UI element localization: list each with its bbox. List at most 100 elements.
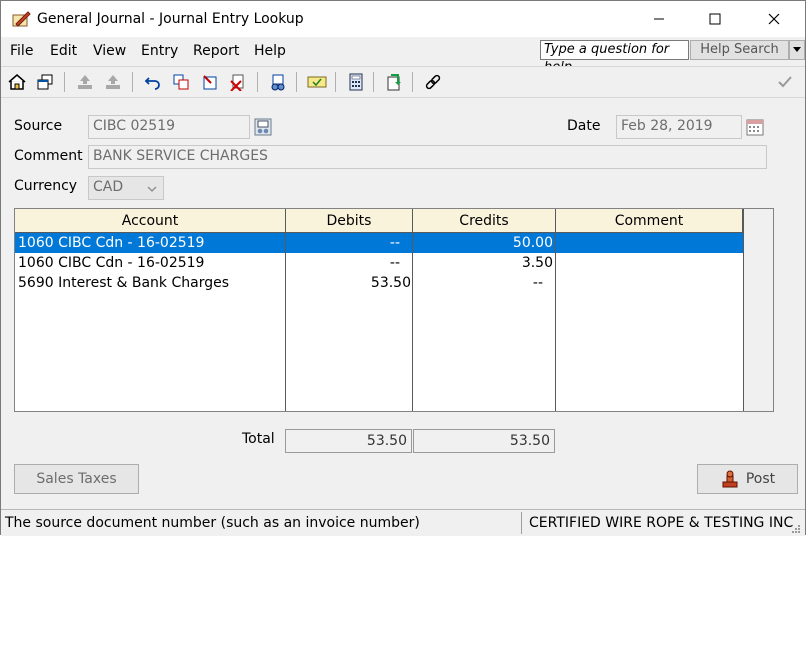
- total-credits: 53.50: [413, 429, 555, 453]
- home-button[interactable]: [6, 71, 28, 93]
- column-header-debits[interactable]: Debits: [286, 209, 413, 233]
- help-dropdown-button[interactable]: [789, 40, 805, 60]
- date-label: Date: [567, 118, 601, 134]
- menu-file[interactable]: File: [10, 43, 33, 59]
- account-cell[interactable]: 1060 CIBC Cdn - 16-02519: [18, 253, 204, 273]
- post-button[interactable]: Post: [697, 464, 798, 494]
- sales-taxes-button[interactable]: Sales Taxes: [14, 464, 139, 494]
- credit-cell[interactable]: --: [417, 273, 543, 293]
- debit-cell[interactable]: 53.50: [290, 273, 411, 293]
- status-bar: The source document number (such as an i…: [1, 509, 805, 536]
- lookup-icon: [271, 74, 285, 91]
- export-icon: [387, 74, 401, 91]
- post-stamp-icon: [722, 470, 738, 488]
- resize-grip-icon[interactable]: [791, 524, 801, 534]
- column-divider: [555, 233, 556, 411]
- close-icon: [768, 13, 780, 25]
- toolbar: [1, 66, 805, 98]
- grid-scroll-area[interactable]: [743, 209, 773, 411]
- calendar-icon: [746, 119, 764, 136]
- table-row[interactable]: 1060 CIBC Cdn - 16-02519 -- 50.00: [15, 233, 743, 253]
- source-field[interactable]: CIBC 02519: [88, 115, 250, 139]
- recurring-icon: [307, 76, 327, 88]
- date-picker-button[interactable]: [744, 116, 766, 138]
- menu-edit[interactable]: Edit: [50, 43, 77, 59]
- comment-field[interactable]: BANK SERVICE CHARGES: [88, 145, 767, 169]
- post-label: Post: [745, 471, 776, 487]
- toolbar-separator: [64, 72, 65, 92]
- undo-button[interactable]: [142, 71, 164, 93]
- menu-view[interactable]: View: [93, 43, 126, 59]
- close-button[interactable]: [751, 1, 797, 37]
- account-cell[interactable]: 1060 CIBC Cdn - 16-02519: [18, 233, 204, 253]
- link-icon: [425, 74, 441, 90]
- currency-label: Currency: [14, 178, 78, 194]
- journal-window: General Journal - Journal Entry Lookup F…: [0, 0, 806, 536]
- column-header-comment[interactable]: Comment: [556, 209, 743, 233]
- comment-cell[interactable]: [560, 233, 740, 253]
- help-question-input[interactable]: Type a question for help: [540, 40, 689, 75]
- reverse-entry-button[interactable]: [199, 71, 221, 93]
- windows-icon: [37, 74, 53, 90]
- delete-icon: [230, 74, 244, 91]
- chevron-down-icon: [793, 47, 801, 52]
- print-icon: [78, 75, 92, 89]
- source-label: Source: [14, 118, 63, 134]
- table-row[interactable]: 5690 Interest & Bank Charges 53.50 --: [15, 273, 743, 293]
- toolbar-separator: [412, 72, 413, 92]
- account-cell[interactable]: 5690 Interest & Bank Charges: [18, 273, 229, 293]
- checkmark-icon: [778, 76, 792, 88]
- lookup-button[interactable]: [267, 71, 289, 93]
- comment-label: Comment: [14, 148, 83, 164]
- debit-cell[interactable]: --: [290, 233, 400, 253]
- print-preview-icon: [106, 75, 120, 89]
- print-button[interactable]: [74, 71, 96, 93]
- total-label: Total: [242, 431, 275, 447]
- accept-button[interactable]: [774, 71, 796, 93]
- status-divider: [521, 512, 522, 534]
- maximize-icon: [709, 13, 721, 25]
- menu-help[interactable]: Help: [254, 43, 286, 59]
- company-name: CERTIFIED WIRE ROPE & TESTING INC: [529, 515, 794, 531]
- link-button[interactable]: [422, 71, 444, 93]
- home-icon: [8, 74, 26, 90]
- toolbar-separator: [335, 72, 336, 92]
- minimize-button[interactable]: [636, 1, 682, 37]
- toolbar-separator: [132, 72, 133, 92]
- lookup-icon: [254, 118, 272, 136]
- column-header-account[interactable]: Account: [15, 209, 286, 233]
- date-field[interactable]: Feb 28, 2019: [616, 115, 742, 139]
- calculator-button[interactable]: [345, 71, 367, 93]
- total-debits: 53.50: [285, 429, 412, 453]
- journal-app-icon: [11, 10, 31, 28]
- source-lookup-button[interactable]: [252, 116, 274, 138]
- title-bar: General Journal - Journal Entry Lookup: [1, 1, 805, 37]
- undo-icon: [144, 77, 160, 90]
- sales-taxes-label: Sales Taxes: [36, 471, 117, 487]
- window-title: General Journal - Journal Entry Lookup: [37, 11, 304, 27]
- recurring-button[interactable]: [306, 71, 328, 93]
- currency-select[interactable]: CAD: [88, 176, 164, 200]
- adjust-entry-button[interactable]: [170, 71, 192, 93]
- window-switch-button[interactable]: [34, 71, 56, 93]
- column-header-credits[interactable]: Credits: [413, 209, 556, 233]
- comment-cell[interactable]: [560, 253, 740, 273]
- comment-cell[interactable]: [560, 273, 740, 293]
- credit-cell[interactable]: 50.00: [417, 233, 553, 253]
- calculator-icon: [349, 73, 363, 91]
- minimize-icon: [654, 18, 664, 20]
- menu-report[interactable]: Report: [193, 43, 239, 59]
- toolbar-separator: [257, 72, 258, 92]
- delete-entry-button[interactable]: [227, 71, 249, 93]
- debit-cell[interactable]: --: [290, 253, 400, 273]
- reverse-icon: [203, 75, 217, 90]
- status-hint: The source document number (such as an i…: [5, 515, 420, 531]
- menu-entry[interactable]: Entry: [141, 43, 178, 59]
- export-button[interactable]: [383, 71, 405, 93]
- help-search-button[interactable]: Help Search: [690, 40, 789, 60]
- credit-cell[interactable]: 3.50: [417, 253, 553, 273]
- maximize-button[interactable]: [692, 1, 738, 37]
- table-row[interactable]: 1060 CIBC Cdn - 16-02519 -- 3.50: [15, 253, 743, 273]
- print-preview-button[interactable]: [102, 71, 124, 93]
- column-divider: [285, 233, 286, 411]
